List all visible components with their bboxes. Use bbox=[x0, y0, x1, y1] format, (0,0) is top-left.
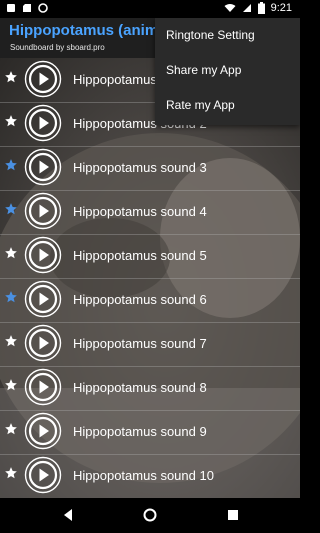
star-icon[interactable] bbox=[4, 70, 18, 84]
sound-label: Hippopotamus sound 5 bbox=[73, 248, 207, 263]
play-icon[interactable] bbox=[24, 368, 62, 406]
play-icon[interactable] bbox=[24, 104, 62, 142]
star-icon[interactable] bbox=[4, 378, 18, 392]
sound-label: Hippopotamus sound 6 bbox=[73, 292, 207, 307]
star-icon[interactable] bbox=[4, 202, 18, 216]
sound-row[interactable]: Hippopotamus sound 9 bbox=[0, 410, 300, 455]
home-icon[interactable] bbox=[143, 508, 157, 522]
sound-row[interactable]: Hippopotamus sound 8 bbox=[0, 366, 300, 411]
play-icon[interactable] bbox=[24, 236, 62, 274]
battery-icon bbox=[257, 2, 265, 14]
sound-row[interactable]: Hippopotamus sound 4 bbox=[0, 190, 300, 235]
app-subtitle: Soundboard by sboard.pro bbox=[10, 43, 105, 52]
play-icon[interactable] bbox=[24, 60, 62, 98]
sound-row[interactable]: Hippopotamus sound 6 bbox=[0, 278, 300, 323]
navigation-bar bbox=[0, 498, 300, 533]
play-icon[interactable] bbox=[24, 280, 62, 318]
star-icon[interactable] bbox=[4, 422, 18, 436]
recents-icon[interactable] bbox=[227, 508, 239, 522]
menu-item-ringtone-setting[interactable]: Ringtone Setting bbox=[155, 18, 300, 53]
star-icon[interactable] bbox=[4, 158, 18, 172]
menu-item-rate-app[interactable]: Rate my App bbox=[155, 88, 300, 123]
signal-icon bbox=[242, 4, 251, 12]
sound-label: Hippopotamus sound 9 bbox=[73, 424, 207, 439]
wifi-icon bbox=[224, 4, 236, 12]
play-icon[interactable] bbox=[24, 324, 62, 362]
notification-icon bbox=[7, 4, 15, 12]
sound-row[interactable]: Hippopotamus sound 7 bbox=[0, 322, 300, 367]
app-title: Hippopotamus (animal bbox=[9, 22, 164, 39]
play-icon[interactable] bbox=[24, 148, 62, 186]
menu-item-share-app[interactable]: Share my App bbox=[155, 53, 300, 88]
sound-row[interactable]: Hippopotamus sound 3 bbox=[0, 146, 300, 191]
star-icon[interactable] bbox=[4, 114, 18, 128]
play-icon[interactable] bbox=[24, 192, 62, 230]
sound-label: Hippopotamus sound 3 bbox=[73, 160, 207, 175]
sync-icon bbox=[38, 3, 48, 13]
status-bar: 9:21 bbox=[0, 0, 300, 18]
overflow-menu: Ringtone Setting Share my App Rate my Ap… bbox=[155, 18, 300, 125]
sound-label: Hippopotamus sound 8 bbox=[73, 380, 207, 395]
play-icon[interactable] bbox=[24, 412, 62, 450]
sound-label: Hippopotamus sound 10 bbox=[73, 468, 214, 483]
star-icon[interactable] bbox=[4, 290, 18, 304]
play-icon[interactable] bbox=[24, 456, 62, 494]
star-icon[interactable] bbox=[4, 466, 18, 480]
sd-card-icon bbox=[23, 4, 31, 12]
back-icon[interactable] bbox=[62, 508, 74, 522]
sound-label: Hippopotamus sound 4 bbox=[73, 204, 207, 219]
sound-label: Hippopotamus sound 7 bbox=[73, 336, 207, 351]
sound-row[interactable]: Hippopotamus sound 10 bbox=[0, 454, 300, 498]
star-icon[interactable] bbox=[4, 246, 18, 260]
sound-row[interactable]: Hippopotamus sound 5 bbox=[0, 234, 300, 279]
status-time: 9:21 bbox=[270, 2, 292, 14]
star-icon[interactable] bbox=[4, 334, 18, 348]
